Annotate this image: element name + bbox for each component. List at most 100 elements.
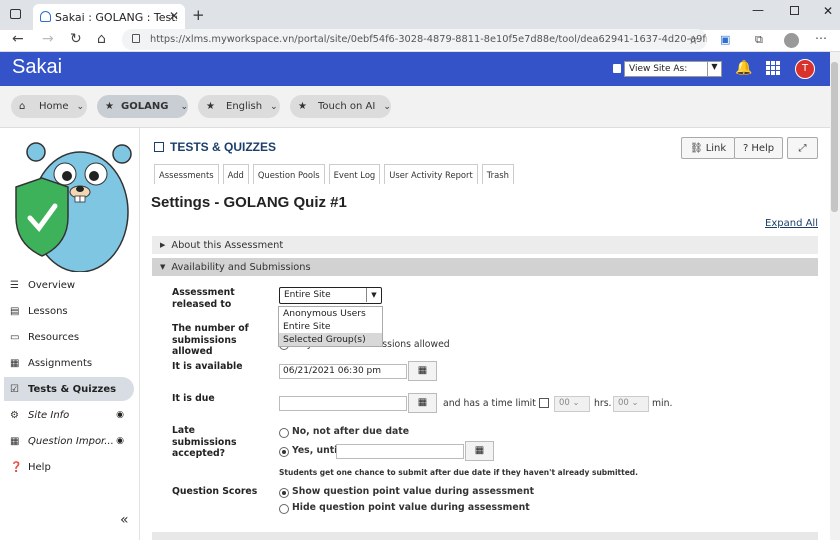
sakai-logo[interactable]: Sakai — [12, 56, 62, 79]
hours-value: 00 — [559, 398, 570, 408]
site-pill-golang[interactable]: ★ GOLANG ⌄ — [97, 95, 188, 118]
extension-icon[interactable]: ▣ — [720, 33, 730, 46]
logo-text: Sakai — [12, 56, 63, 78]
sidebar-item-label: Tests & Quizzes — [28, 383, 117, 395]
browser-tab-bar: Sakai : GOLANG : Tests & Quizzes ✕ + — ✕ — [0, 0, 840, 30]
late-until-input[interactable] — [336, 444, 464, 459]
hrs-label: hrs. — [594, 398, 612, 409]
checkbox-icon — [154, 142, 164, 152]
url-text: https://xlms.myworkspace.vn/portal/site/… — [150, 34, 707, 45]
expand-arrows-icon: ⤢ — [798, 142, 807, 154]
section-about-assessment[interactable]: ▶ About this Assessment — [152, 236, 818, 254]
chevron-down-icon: ▼ — [707, 62, 721, 76]
sidebar: ☰ Overview ▤ Lessons ▭ Resources ▦ Assignmen… — [0, 128, 140, 540]
scores-show-radio[interactable] — [279, 488, 289, 498]
late-note: Students get one chance to submit after … — [279, 468, 639, 477]
help-button[interactable]: ? Help — [734, 137, 784, 159]
favorite-star-icon[interactable]: ☆ — [688, 33, 699, 47]
sidebar-item-help[interactable]: ❓ Help — [4, 455, 134, 479]
sidebar-item-label: Help — [28, 461, 51, 473]
calendar-icon[interactable]: ▦ — [408, 393, 437, 413]
option-anonymous-users[interactable]: Anonymous Users — [279, 307, 382, 320]
calendar-icon[interactable]: ▦ — [408, 361, 437, 381]
site-pill-label: English — [226, 101, 263, 112]
tab-trash[interactable]: Trash — [481, 164, 514, 184]
maximize-icon[interactable] — [790, 6, 799, 15]
available-label: It is available — [172, 361, 243, 372]
browser-tab[interactable]: Sakai : GOLANG : Tests & Quizzes ✕ — [33, 4, 185, 30]
tab-assessments[interactable]: Assessments — [154, 164, 219, 184]
fullscreen-button[interactable]: ⤢ — [787, 137, 818, 159]
late-no-radio[interactable] — [279, 428, 289, 438]
scores-hide-radio[interactable] — [279, 504, 289, 514]
min-label: min. — [652, 398, 673, 409]
sidebar-item-site-info[interactable]: ⚙ Site Info ◉ — [4, 403, 134, 427]
collections-icon[interactable]: ⧉ — [755, 33, 763, 47]
late-no-label: No, not after due date — [292, 426, 410, 437]
calendar-icon[interactable]: ▦ — [465, 441, 494, 461]
checkbox-icon: ☑ — [10, 383, 19, 395]
gear-icon: ⚙ — [10, 409, 19, 421]
scores-hide-label: Hide question point value during assessm… — [292, 502, 530, 513]
new-tab-icon[interactable]: + — [192, 6, 205, 24]
window-icon[interactable] — [10, 9, 21, 19]
caret-down-icon: ▼ — [160, 263, 166, 271]
more-icon[interactable]: ⋯ — [815, 31, 827, 45]
section-availability[interactable]: ▼ Availability and Submissions — [152, 258, 818, 276]
hours-select[interactable]: 00 ⌄ — [554, 396, 590, 412]
sidebar-item-overview[interactable]: ☰ Overview — [4, 273, 134, 297]
profile-icon[interactable] — [784, 33, 799, 48]
available-date-input[interactable]: 06/21/2021 06:30 pm — [279, 364, 407, 379]
tab-user-activity-report[interactable]: User Activity Report — [384, 164, 478, 184]
question-circle-icon: ? — [743, 142, 749, 154]
sidebar-item-assignments[interactable]: ▦ Assignments — [4, 351, 134, 375]
chevron-down-icon: ⌄ — [270, 101, 278, 112]
sidebar-item-question-import[interactable]: ▦ Question Impor... ◉ — [4, 429, 134, 453]
option-selected-groups[interactable]: Selected Group(s) — [279, 333, 382, 346]
question-circle-icon: ❓ — [10, 461, 23, 473]
site-pill-english[interactable]: ★ English ⌄ — [198, 95, 280, 118]
home-icon[interactable]: ⌂ — [97, 31, 106, 47]
forward-icon[interactable]: → — [42, 31, 54, 47]
hidden-eye-icon: ◉ — [116, 410, 124, 420]
time-limit-checkbox[interactable] — [539, 398, 549, 408]
option-entire-site[interactable]: Entire Site — [279, 320, 382, 333]
avatar[interactable]: T — [795, 59, 815, 79]
bell-icon[interactable]: 🔔 — [735, 60, 752, 76]
minutes-select[interactable]: 00 ⌄ — [613, 396, 649, 412]
site-header: Sakai View Site As: ▼ 🔔 T — [0, 52, 830, 86]
tab-add[interactable]: Add — [222, 164, 249, 184]
back-icon[interactable]: ← — [12, 31, 24, 47]
close-window-icon[interactable]: ✕ — [823, 4, 833, 18]
due-date-input[interactable] — [279, 396, 407, 411]
close-tab-icon[interactable]: ✕ — [169, 9, 179, 23]
collapse-sidebar-icon[interactable]: « — [120, 512, 129, 528]
late-yes-radio[interactable] — [279, 447, 289, 457]
chevron-down-icon: ⌄ — [383, 101, 391, 112]
site-pill-label: Touch on AI — [318, 101, 376, 112]
tab-event-log[interactable]: Event Log — [328, 164, 381, 184]
minimize-icon[interactable]: — — [752, 3, 764, 17]
scrollbar-thumb[interactable] — [831, 62, 838, 212]
site-pill-home[interactable]: ⌂ Home ⌄ — [11, 95, 87, 118]
sidebar-item-resources[interactable]: ▭ Resources — [4, 325, 134, 349]
url-field[interactable]: https://xlms.myworkspace.vn/portal/site/… — [122, 29, 707, 50]
released-to-select[interactable]: Entire Site ▼ — [279, 287, 382, 304]
apps-grid-icon[interactable] — [766, 61, 780, 75]
sidebar-item-lessons[interactable]: ▤ Lessons — [4, 299, 134, 323]
site-pill-label: Home — [39, 101, 69, 112]
tool-title: TESTS & QUIZZES — [154, 140, 276, 154]
site-pill-touch-ai[interactable]: ★ Touch on AI ⌄ — [290, 95, 391, 118]
released-to-label: Assessment released to — [172, 287, 235, 310]
sidebar-item-label: Resources — [28, 331, 80, 343]
link-button[interactable]: ⛓ Link — [681, 137, 736, 159]
tab-question-pools[interactable]: Question Pools — [252, 164, 325, 184]
view-site-as-select[interactable]: View Site As: ▼ — [624, 61, 722, 77]
document-icon: ▤ — [10, 305, 20, 317]
chevron-down-icon: ⌄ — [76, 101, 85, 112]
expand-all-link[interactable]: Expand All — [765, 218, 818, 229]
tab-title: Sakai : GOLANG : Tests & Quizzes — [55, 10, 177, 24]
reload-icon[interactable]: ↻ — [70, 31, 82, 47]
sidebar-item-tests-quizzes[interactable]: ☑ Tests & Quizzes — [4, 377, 134, 401]
next-section-divider — [152, 532, 818, 540]
